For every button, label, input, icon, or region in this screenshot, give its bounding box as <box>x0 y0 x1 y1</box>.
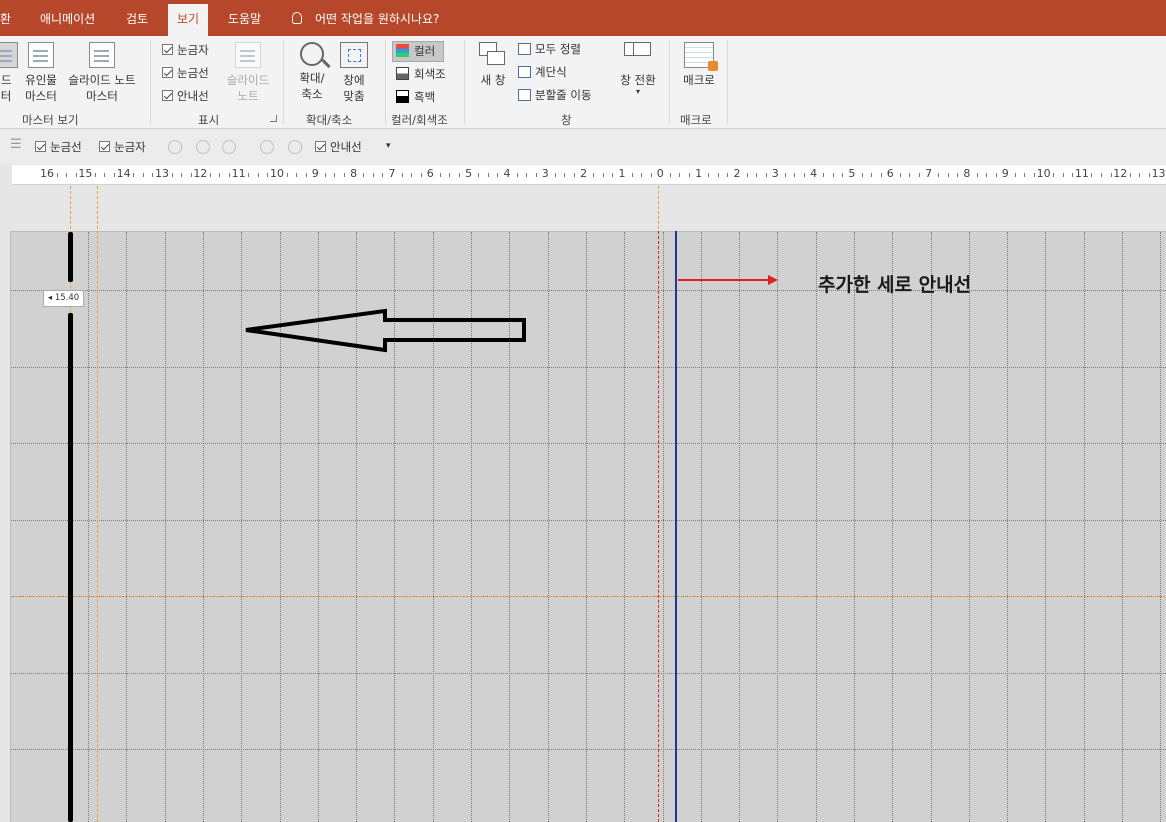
red-pointer-arrowhead <box>768 275 778 285</box>
annotation-overlay <box>245 275 778 353</box>
left-arrow-shape <box>245 308 526 353</box>
added-vertical-guide-annotation: 추가한 세로 안내선 <box>818 274 972 296</box>
